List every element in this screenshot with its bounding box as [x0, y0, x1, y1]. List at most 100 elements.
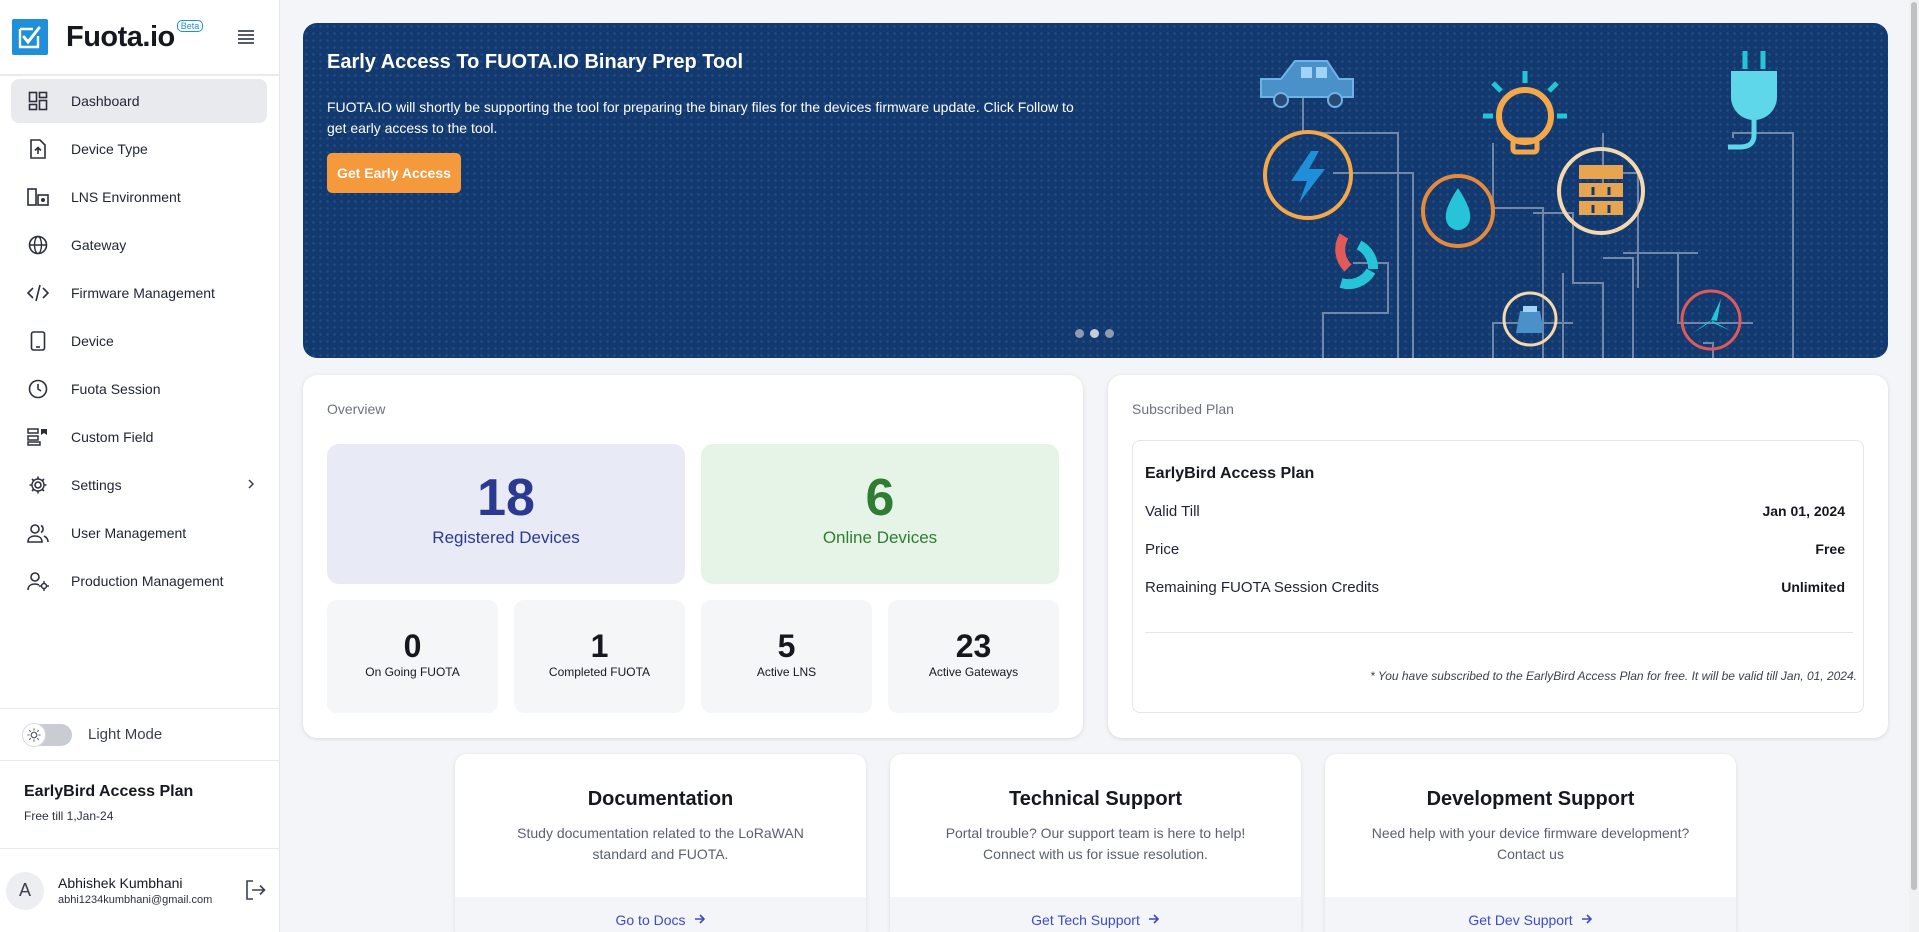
online-devices-label: Online Devices: [822, 528, 938, 547]
users-icon: [27, 522, 49, 544]
device-icon: [27, 330, 49, 352]
online-devices-tile[interactable]: 6 Online Devices: [701, 444, 1059, 584]
storage-icon: [1557, 147, 1645, 235]
get-tech-support-link[interactable]: Get Tech Support: [1031, 912, 1160, 928]
online-devices-count: 6: [865, 469, 895, 527]
sidebar-item-device[interactable]: Device: [11, 319, 267, 363]
sidebar-item-firmware-management[interactable]: Firmware Management: [11, 271, 267, 315]
user-profile: A Abhishek Kumbhani abhi1234kumbhani@gma…: [0, 848, 280, 932]
active-gateways-tile[interactable]: 23 Active Gateways: [888, 600, 1059, 713]
go-to-docs-link[interactable]: Go to Docs: [615, 912, 705, 928]
brand-name[interactable]: Fuota.io: [66, 21, 175, 54]
sidebar-item-label: Firmware Management: [71, 285, 215, 301]
dashboard-icon: [27, 90, 49, 112]
arrow-right-icon: [694, 912, 706, 928]
sidebar-plan: EarlyBird Access Plan Free till 1,Jan-24: [0, 760, 280, 848]
support-title: Documentation: [587, 788, 734, 810]
technical-support-card: Technical Support Portal trouble? Our su…: [890, 754, 1301, 932]
banner-text: FUOTA.IO will shortly be supporting the …: [327, 99, 1074, 136]
sidebar-item-label: Production Management: [71, 573, 224, 589]
support-title: Technical Support: [1009, 788, 1182, 810]
get-early-access-button[interactable]: Get Early Access: [327, 153, 461, 193]
carousel-dot-2[interactable]: [1090, 329, 1099, 338]
subscribed-plan-label: Subscribed Plan: [1132, 401, 1234, 417]
globe-icon: [27, 234, 49, 256]
ongoing-fuota-tile[interactable]: 0 On Going FUOTA: [327, 600, 498, 713]
theme-toggle[interactable]: [22, 722, 72, 747]
plan-credits-row: Remaining FUOTA Session Credits Unlimite…: [1145, 579, 1845, 596]
sidebar-item-gateway[interactable]: Gateway: [11, 223, 267, 267]
link-label: Get Tech Support: [1031, 912, 1140, 928]
carousel-dot-3[interactable]: [1105, 329, 1114, 338]
row-value: Jan 01, 2024: [1762, 503, 1845, 519]
sidebar-plan-title: EarlyBird Access Plan: [24, 783, 194, 800]
sidebar-item-dashboard[interactable]: Dashboard: [11, 79, 267, 123]
plan-name: EarlyBird Access Plan: [1145, 465, 1315, 482]
plan-price-row: Price Free: [1145, 541, 1845, 558]
documentation-card: Documentation Study documentation relate…: [455, 754, 866, 932]
sidebar-nav: Dashboard Device Type LNS Environment Ga…: [0, 76, 279, 603]
row-value: Unlimited: [1781, 579, 1845, 595]
sidebar-item-label: Device Type: [71, 141, 148, 157]
sidebar-item-custom-field[interactable]: Custom Field: [11, 415, 267, 459]
sidebar-item-lns-environment[interactable]: LNS Environment: [11, 175, 267, 219]
registered-devices-count: 18: [477, 469, 535, 527]
row-label: Price: [1145, 541, 1180, 558]
stat-value: 5: [777, 628, 796, 664]
sidebar-item-fuota-session[interactable]: Fuota Session: [11, 367, 267, 411]
registered-devices-tile[interactable]: 18 Registered Devices: [327, 444, 685, 584]
support-footer: Get Dev Support: [1325, 897, 1736, 932]
sun-icon: [22, 722, 46, 747]
sidebar-item-user-management[interactable]: User Management: [11, 511, 267, 555]
sidebar-item-label: Dashboard: [71, 93, 140, 109]
promo-banner: Early Access To FUOTA.IO Binary Prep Too…: [303, 23, 1888, 358]
theme-mode-row: Light Mode: [0, 708, 280, 760]
registered-devices-label: Registered Devices: [432, 528, 580, 547]
user-info: Abhishek Kumbhani abhi1234kumbhani@gmail…: [58, 875, 212, 906]
get-dev-support-link[interactable]: Get Dev Support: [1468, 912, 1592, 928]
refresh-icon: [1335, 233, 1378, 290]
theme-mode-label: Light Mode: [88, 726, 163, 743]
plan-note: * You have subscribed to the EarlyBird A…: [1370, 669, 1857, 683]
code-icon: [27, 282, 49, 304]
user-name: Abhishek Kumbhani: [58, 875, 183, 891]
page-scrollbar[interactable]: [1909, 0, 1919, 932]
sidebar-item-label: Gateway: [71, 237, 127, 253]
support-description: Portal trouble? Our support team is here…: [945, 825, 1246, 862]
sidebar-item-label: Settings: [71, 477, 122, 493]
support-description: Study documentation related to the LoRaW…: [517, 825, 804, 862]
avatar[interactable]: A: [6, 871, 44, 910]
divider: [1145, 632, 1853, 633]
light-bulb-icon: [1483, 71, 1567, 155]
menu-toggle-icon[interactable]: [238, 30, 254, 44]
custom-field-icon: [27, 426, 49, 448]
beta-badge: Beta: [176, 20, 204, 32]
support-footer: Get Tech Support: [890, 897, 1301, 932]
production-icon: [27, 570, 49, 592]
fuota-logo-icon[interactable]: [12, 19, 48, 55]
carousel-dot-1[interactable]: [1075, 329, 1084, 338]
scrollbar-thumb[interactable]: [1911, 2, 1917, 890]
logout-icon[interactable]: [244, 879, 266, 906]
stat-label: Completed FUOTA: [548, 665, 651, 679]
banner-title: Early Access To FUOTA.IO Binary Prep Too…: [327, 51, 744, 73]
chevron-right-icon: [247, 477, 255, 495]
sidebar-item-label: Fuota Session: [71, 381, 161, 397]
stat-value: 1: [590, 628, 609, 664]
sidebar-item-production-management[interactable]: Production Management: [11, 559, 267, 603]
plan-valid-till-row: Valid Till Jan 01, 2024: [1145, 503, 1845, 520]
wind-turbine-icon: [1680, 289, 1742, 351]
active-lns-tile[interactable]: 5 Active LNS: [701, 600, 872, 713]
subscribed-plan-card: Subscribed Plan EarlyBird Access Plan Va…: [1108, 375, 1888, 738]
lightning-icon: [1263, 130, 1353, 220]
stat-label: Active Gateways: [928, 665, 1019, 679]
sidebar-plan-subtitle: Free till 1,Jan-24: [24, 809, 114, 823]
sidebar-item-settings[interactable]: Settings: [11, 463, 267, 507]
overview-card: Overview 18 Registered Devices 6 Online …: [303, 375, 1083, 738]
sidebar-item-device-type[interactable]: Device Type: [11, 127, 267, 171]
gear-icon: [27, 474, 49, 496]
completed-fuota-tile[interactable]: 1 Completed FUOTA: [514, 600, 685, 713]
support-footer: Go to Docs: [455, 897, 866, 932]
stat-value: 0: [403, 628, 422, 664]
sidebar-item-label: LNS Environment: [71, 189, 181, 205]
